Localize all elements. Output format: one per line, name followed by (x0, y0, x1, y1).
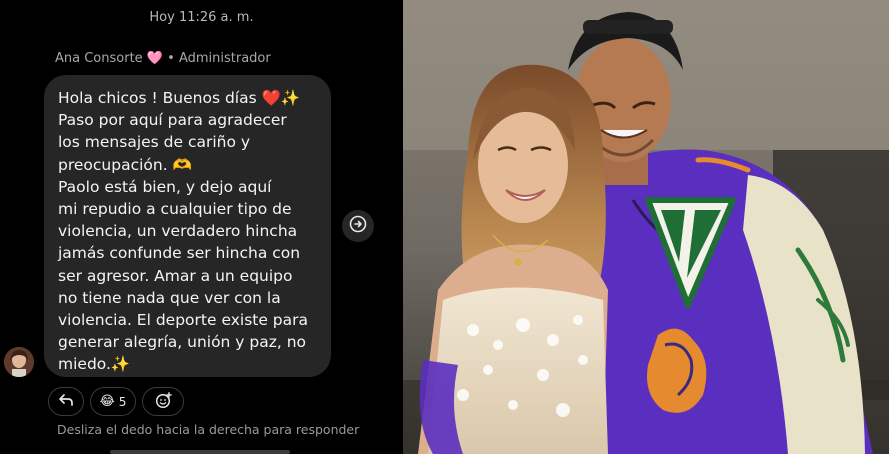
sender-name[interactable]: Ana Consorte (55, 51, 143, 66)
home-indicator-bar (110, 450, 290, 454)
message-line: generar alegría, unión y paz, no (58, 333, 307, 352)
sender-header: Ana Consorte 🩷 • Administrador (55, 51, 271, 66)
add-reaction-button[interactable] (142, 387, 184, 416)
message-line: preocupación. 🫶 (58, 155, 192, 174)
message-line: mi repudio a cualquier tipo de (58, 200, 292, 219)
message-timestamp: Hoy 11:26 a. m. (149, 10, 254, 25)
reaction-chip[interactable]: 😂 5 (90, 387, 136, 416)
sender-avatar[interactable] (4, 347, 34, 377)
message-line: miedo.✨ (58, 355, 131, 374)
chat-panel: Hoy 11:26 a. m. Ana Consorte 🩷 • Adminis… (0, 0, 403, 454)
laughing-emoji: 😂 (99, 394, 115, 409)
message-line: Paso por aquí para agradecer (58, 111, 287, 130)
add-reaction-icon (155, 391, 172, 412)
share-forward-button[interactable] (342, 210, 374, 242)
reaction-count: 5 (118, 394, 127, 409)
message-line: violencia. El deporte existe para (58, 311, 309, 330)
message-line: Paolo está bien, y dejo aquí (58, 177, 272, 196)
sender-role: • Administrador (167, 51, 271, 66)
message-line: los mensajes de cariño y (58, 133, 251, 152)
message-line: Hola chicos ! Buenos días ❤️✨ (58, 89, 301, 107)
couple-photo (403, 0, 889, 454)
message-line: ser agresor. Amar a un equipo (58, 266, 293, 285)
swipe-reply-hint: Desliza el dedo hacia la derecha para re… (57, 422, 360, 437)
share-forward-icon (349, 215, 367, 237)
message-line: violencia, un verdadero hincha (58, 222, 298, 241)
message-line: no tiene nada que ver con la (58, 288, 281, 307)
reply-button[interactable] (48, 387, 84, 416)
message-line: jamás confunde ser hincha con (58, 244, 301, 263)
sender-heart-emoji: 🩷 (146, 51, 163, 66)
reply-arrow-icon (58, 393, 74, 410)
message-bubble[interactable]: Hola chicos ! Buenos días ❤️✨ Paso por a… (44, 75, 331, 377)
